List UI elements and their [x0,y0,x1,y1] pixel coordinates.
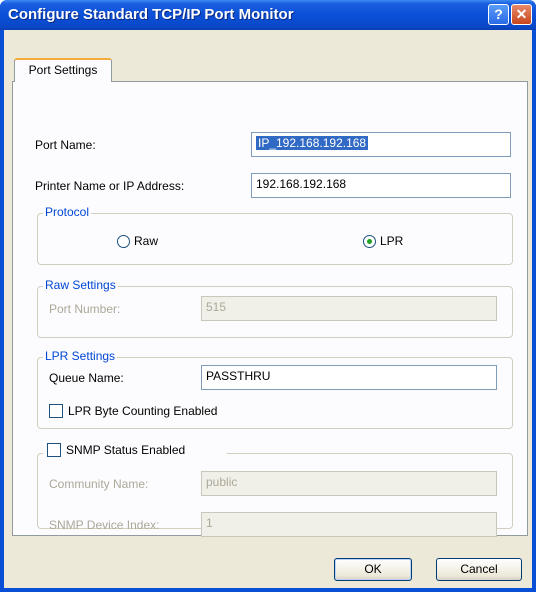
radio-selected-dot [367,239,372,244]
raw-radio[interactable] [117,235,130,248]
protocol-title: Protocol [43,205,92,219]
tab-port-settings[interactable]: Port Settings [14,58,112,82]
community-name-label: Community Name: [49,477,149,491]
close-button[interactable]: ✕ [511,4,532,25]
help-button[interactable]: ? [488,4,509,25]
port-settings-panel: Port Name: IP_192.168.192.168 Printer Na… [12,81,528,537]
snmp-status-label[interactable]: SNMP Status Enabled [66,443,185,457]
lpr-byte-counting-checkbox[interactable] [49,404,63,418]
cancel-button[interactable]: Cancel [436,558,522,581]
title-bar[interactable]: Configure Standard TCP/IP Port Monitor ?… [0,0,536,30]
snmp-device-index-value: 1 [206,516,213,530]
help-icon: ? [494,6,503,22]
queue-name-label: Queue Name: [49,371,124,385]
port-name-value: IP_192.168.192.168 [256,136,369,150]
protocol-group [37,213,513,265]
port-name-label: Port Name: [35,138,96,152]
port-number-field[interactable]: 515 [201,296,497,321]
lpr-settings-title: LPR Settings [43,349,118,363]
port-name-field[interactable]: IP_192.168.192.168 [251,132,511,157]
dialog-window: Configure Standard TCP/IP Port Monitor ?… [0,0,536,592]
snmp-status-checkbox[interactable] [47,443,61,457]
community-name-value: public [206,475,238,489]
lpr-radio[interactable] [363,235,376,248]
port-number-label: Port Number: [49,302,121,316]
community-name-field[interactable]: public [201,471,497,496]
port-number-value: 515 [206,300,227,314]
printer-name-label: Printer Name or IP Address: [35,179,185,193]
lpr-radio-label[interactable]: LPR [380,234,403,248]
ok-button[interactable]: OK [334,558,412,581]
snmp-device-index-label: SNMP Device Index: [49,518,160,532]
queue-name-field[interactable]: PASSTHRU [201,365,497,390]
raw-radio-label[interactable]: Raw [134,234,158,248]
dialog-body: Port Settings Port Name: IP_192.168.192.… [4,30,532,588]
window-title: Configure Standard TCP/IP Port Monitor [8,6,294,23]
lpr-byte-counting-label[interactable]: LPR Byte Counting Enabled [68,404,217,418]
queue-name-value: PASSTHRU [206,369,271,383]
raw-settings-title: Raw Settings [43,278,118,292]
close-icon: ✕ [515,6,528,22]
printer-name-field[interactable]: 192.168.192.168 [251,173,511,198]
printer-name-value: 192.168.192.168 [256,177,347,191]
snmp-device-index-field[interactable]: 1 [201,512,497,537]
